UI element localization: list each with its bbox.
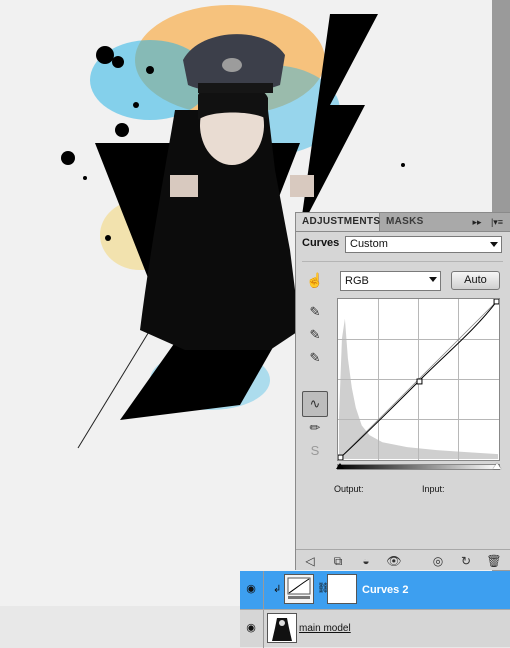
curve-point-white: [493, 299, 499, 305]
channel-dropdown[interactable]: RGB: [340, 271, 441, 291]
eye-icon[interactable]: ◉: [244, 621, 258, 635]
panel-divider: [302, 261, 503, 262]
view-previous-state-icon[interactable]: ◎: [430, 553, 446, 569]
layer-name[interactable]: Curves 2: [362, 584, 408, 596]
layer-mask-thumbnail[interactable]: [327, 574, 357, 604]
adjustment-type-label: Curves: [302, 237, 340, 249]
model-thumbnail-icon: [272, 618, 292, 641]
row-separator: [263, 610, 264, 648]
white-point-eyedropper-icon[interactable]: ✎: [305, 348, 325, 368]
black-point-eyedropper-icon[interactable]: ✎: [305, 302, 325, 322]
output-gradient-bar: [337, 464, 500, 470]
adjustments-panel: ADJUSTMENTS MASKS ▸▸ |▾≡ Curves Custom ☝…: [295, 212, 510, 570]
layer-thumbnail[interactable]: [267, 613, 297, 643]
preset-value: Custom: [350, 238, 388, 250]
trash-icon[interactable]: 🗑: [486, 553, 502, 569]
preset-dropdown[interactable]: Custom: [345, 236, 502, 253]
on-image-adjust-hand-icon[interactable]: ☝: [306, 271, 324, 289]
double-chevron-right-icon[interactable]: ▸▸: [470, 216, 484, 228]
black-point-slider[interactable]: [336, 463, 344, 469]
auto-button[interactable]: Auto: [451, 271, 500, 290]
tab-masks[interactable]: MASKS: [380, 213, 426, 231]
tab-adjustments[interactable]: ADJUSTMENTS: [296, 213, 380, 231]
layer-row-main-model[interactable]: ◉ main model: [240, 609, 510, 648]
expand-view-icon[interactable]: ⧉: [330, 553, 346, 569]
output-label: Output:: [334, 484, 364, 494]
layer-name[interactable]: main model: [299, 623, 351, 634]
back-arrow-icon[interactable]: ◁: [302, 553, 318, 569]
channel-value: RGB: [345, 275, 369, 287]
layer-row-curves-2[interactable]: ◉ ↲ ⛓ Curves 2: [240, 571, 510, 609]
eye-icon[interactable]: ◉: [244, 582, 258, 596]
dropdown-arrow-icon: [429, 277, 437, 282]
input-label: Input:: [422, 484, 445, 494]
curve-graph[interactable]: [337, 298, 500, 461]
curve-point-tool-icon[interactable]: ∿: [302, 391, 328, 417]
reset-icon[interactable]: ↻: [458, 553, 474, 569]
pencil-tool-icon[interactable]: ✏: [305, 418, 325, 438]
clip-to-layer-icon[interactable]: ◒: [358, 553, 374, 569]
panel-tabbar: ADJUSTMENTS MASKS ▸▸ |▾≡: [296, 213, 510, 232]
row-separator: [263, 571, 264, 609]
curve-point-black: [338, 454, 344, 460]
white-point-slider[interactable]: [493, 463, 501, 469]
smooth-curve-icon[interactable]: S: [305, 441, 325, 461]
panel-menu-icon[interactable]: |▾≡: [488, 216, 506, 228]
dropdown-arrow-icon: [490, 242, 498, 247]
visibility-eye-icon[interactable]: 👁: [386, 553, 402, 569]
curves-thumbnail-icon[interactable]: [284, 574, 314, 604]
curve-point-mid: [416, 378, 423, 385]
curves-glyph-icon: [287, 577, 311, 599]
panel-bottom-toolbar: ◁ ⧉ ◒ 👁 ◎ ↻ 🗑: [296, 549, 510, 572]
gray-point-eyedropper-icon[interactable]: ✎: [305, 325, 325, 345]
clip-arrow-icon: ↲: [273, 584, 282, 595]
